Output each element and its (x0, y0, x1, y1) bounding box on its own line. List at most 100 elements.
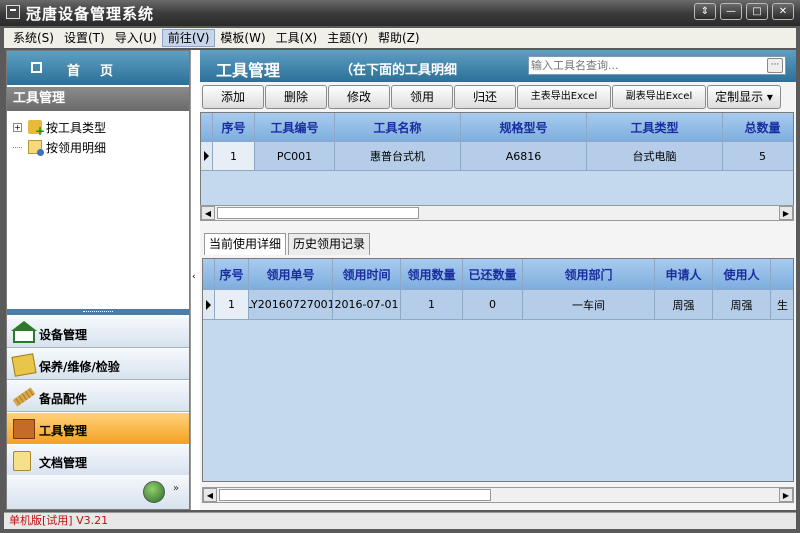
scroll-thumb[interactable] (219, 489, 491, 501)
tree-item-by-type[interactable]: + 按工具类型 (13, 117, 107, 138)
cell-index[interactable]: 1 (215, 290, 249, 320)
cell-tool-name[interactable]: 惠普台式机 (335, 142, 461, 171)
nav-tool-management[interactable]: 工具管理 (7, 413, 189, 444)
tools-icon (13, 419, 35, 439)
scroll-left-icon[interactable]: ◀ (201, 206, 215, 220)
nav-label: 文档管理 (39, 456, 88, 470)
menu-bar: 系统(S) 设置(T) 导入(U) 前往(V) 模板(W) 工具(X) 主题(Y… (4, 28, 796, 48)
tree-item-label: 按工具类型 (46, 120, 107, 135)
page-title: 工具管理 (216, 61, 281, 80)
sidebar-section-title: 工具管理 (7, 87, 189, 111)
nav-spare-parts[interactable]: 备品配件 (7, 381, 189, 412)
vertical-splitter[interactable]: ‹ (190, 50, 200, 510)
nav-equipment[interactable]: 设备管理 (7, 317, 189, 348)
column-header[interactable] (771, 259, 793, 290)
chevron-more-icon[interactable]: » (173, 483, 179, 494)
scroll-left-icon[interactable]: ◀ (203, 488, 217, 502)
column-header[interactable]: 总数量 (723, 113, 793, 142)
cell-model[interactable]: A6816 (461, 142, 587, 171)
expand-icon[interactable]: + (13, 122, 22, 132)
tab-history[interactable]: 历史领用记录 (288, 233, 371, 255)
search-input[interactable] (531, 58, 761, 73)
column-header[interactable]: 领用时间 (333, 259, 401, 290)
nav-documents[interactable]: 文档管理 (7, 445, 189, 476)
customize-display-button[interactable]: 定制显示 ▾ (707, 85, 781, 109)
cell-usage-no[interactable]: LY20160727001 (249, 290, 333, 320)
cell-tool-code[interactable]: PC001 (255, 142, 335, 171)
column-header[interactable]: 领用单号 (249, 259, 333, 290)
column-header[interactable]: 规格型号 (461, 113, 587, 142)
scroll-right-icon[interactable]: ▶ (779, 206, 793, 220)
column-header[interactable]: 序号 (213, 113, 255, 142)
sidebar-bottom-strip: » (7, 475, 189, 509)
cell-total-qty[interactable]: 5 (723, 142, 793, 171)
sidebar-splitter[interactable] (7, 309, 189, 315)
scroll-right-icon[interactable]: ▶ (779, 488, 793, 502)
table-row[interactable]: 1 PC001 惠普台式机 A6816 台式电脑 5 (201, 142, 793, 171)
row-indicator-header (203, 259, 215, 290)
page-subtitle: （在下面的工具明细 (340, 63, 458, 78)
edit-button[interactable]: 修改 (328, 85, 390, 109)
row-indicator (203, 290, 215, 320)
cell-usage-qty[interactable]: 1 (401, 290, 463, 320)
cell-usage-date[interactable]: 2016-07-01 (333, 290, 401, 320)
tools-table-hscrollbar[interactable]: ◀ ▶ (200, 205, 794, 221)
return-button[interactable]: 归还 (454, 85, 516, 109)
usage-table: 序号 领用单号 领用时间 领用数量 已还数量 领用部门 申请人 使用人 1 LY… (202, 258, 794, 482)
cell-index[interactable]: 1 (213, 142, 255, 171)
collapse-arrow-icon[interactable]: ‹ (192, 272, 196, 282)
column-header[interactable]: 领用数量 (401, 259, 463, 290)
cell-user[interactable]: 周强 (713, 290, 771, 320)
table-row[interactable]: 1 LY20160727001 2016-07-01 1 0 一车间 周强 周强… (203, 290, 793, 320)
column-header[interactable]: 工具类型 (587, 113, 723, 142)
cell-tool-type[interactable]: 台式电脑 (587, 142, 723, 171)
cell-truncated[interactable]: 生 (771, 290, 793, 320)
nav-maintenance[interactable]: 保养/维修/检验 (7, 349, 189, 380)
menu-tools[interactable]: 工具(X) (271, 29, 323, 47)
menu-theme[interactable]: 主题(Y) (322, 29, 373, 47)
globe-icon[interactable] (143, 481, 165, 503)
export-sub-excel-button[interactable]: 副表导出Excel (612, 85, 706, 109)
cell-returned-qty[interactable]: 0 (463, 290, 523, 320)
nav-label: 保养/维修/检验 (39, 360, 120, 374)
home-button[interactable]: 首页 (7, 51, 189, 85)
column-header[interactable]: 使用人 (713, 259, 771, 290)
scroll-thumb[interactable] (217, 207, 419, 219)
column-header[interactable]: 已还数量 (463, 259, 523, 290)
minimize-button[interactable]: — (720, 3, 742, 20)
menu-goto[interactable]: 前往(V) (161, 29, 216, 47)
category-tree: + 按工具类型 按领用明细 (13, 117, 106, 157)
menu-system[interactable]: 系统(S) (8, 29, 59, 47)
title-bar: 冠唐设备管理系统 ⇕ — □ ✕ (0, 0, 800, 26)
delete-button[interactable]: 删除 (265, 85, 327, 109)
close-button[interactable]: ✕ (772, 3, 794, 20)
menu-settings[interactable]: 设置(T) (59, 29, 110, 47)
column-header[interactable]: 工具编号 (255, 113, 335, 142)
search-options-button[interactable]: ··· (767, 58, 783, 73)
column-header[interactable]: 领用部门 (523, 259, 655, 290)
home-label: 首页 (67, 64, 134, 79)
table-header-row: 序号 领用单号 领用时间 领用数量 已还数量 领用部门 申请人 使用人 (203, 259, 793, 290)
tree-line (13, 146, 22, 148)
app-icon[interactable] (6, 5, 20, 19)
menu-template[interactable]: 模板(W) (215, 29, 270, 47)
menu-help[interactable]: 帮助(Z) (373, 29, 425, 47)
export-main-excel-button[interactable]: 主表导出Excel (517, 85, 611, 109)
checkout-button[interactable]: 领用 (391, 85, 453, 109)
cell-applicant[interactable]: 周强 (655, 290, 713, 320)
maximize-button[interactable]: □ (746, 3, 768, 20)
current-row-icon (206, 299, 211, 310)
add-button[interactable]: 添加 (202, 85, 264, 109)
tree-item-by-usage[interactable]: 按领用明细 (13, 137, 106, 157)
tools-table: 序号 工具编号 工具名称 规格型号 工具类型 总数量 1 PC001 惠普台式机… (200, 112, 794, 206)
menu-import[interactable]: 导入(U) (110, 29, 162, 47)
column-header[interactable]: 序号 (215, 259, 249, 290)
tab-current-usage[interactable]: 当前使用详细 (204, 233, 287, 255)
clipboard-icon (13, 451, 31, 471)
restore-layout-button[interactable]: ⇕ (694, 3, 716, 20)
usage-table-hscrollbar[interactable]: ◀ ▶ (202, 487, 794, 503)
column-header[interactable]: 工具名称 (335, 113, 461, 142)
cell-department[interactable]: 一车间 (523, 290, 655, 320)
column-header[interactable]: 申请人 (655, 259, 713, 290)
main-panel: 工具管理 （在下面的工具明细 ··· 添加 删除 修改 领用 归还 主表导出Ex… (200, 50, 796, 510)
